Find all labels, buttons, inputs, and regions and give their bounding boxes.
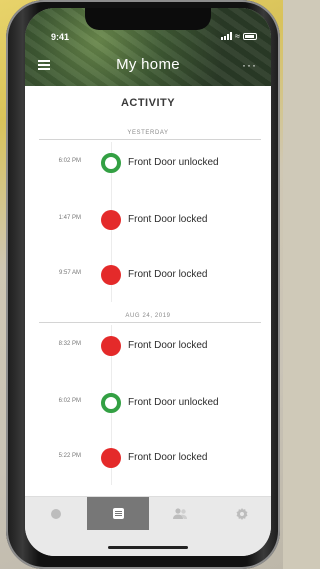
date-divider-rule xyxy=(39,139,261,140)
activity-row[interactable]: 1:47 PM Front Door locked xyxy=(25,210,271,230)
unlocked-status-icon xyxy=(101,393,121,413)
event-message: Front Door unlocked xyxy=(128,397,219,408)
locked-status-icon xyxy=(101,210,121,230)
page-title: My home xyxy=(116,56,180,73)
activity-row[interactable]: 8:32 PM Front Door locked xyxy=(25,336,271,356)
date-divider-label: YESTERDAY xyxy=(127,130,169,136)
home-indicator xyxy=(108,546,188,549)
activity-row[interactable]: 9:57 AM Front Door locked xyxy=(25,265,271,285)
phone-notch xyxy=(85,8,211,30)
tab-home[interactable] xyxy=(25,497,87,530)
locked-status-icon xyxy=(101,448,121,468)
phone-frame: 9:41 ≈ My home ··· ACTIVITY YESTERDAY 6:0… xyxy=(6,0,280,569)
event-message: Front Door unlocked xyxy=(128,157,219,168)
event-time: 6:02 PM xyxy=(58,158,81,164)
activity-heading: ACTIVITY xyxy=(120,97,176,109)
event-time: 1:47 PM xyxy=(58,215,81,221)
event-time: 5:22 PM xyxy=(58,453,81,459)
event-time: 9:57 AM xyxy=(58,270,81,276)
event-time: 6:02 PM xyxy=(58,398,81,404)
event-time: 8:32 PM xyxy=(58,341,81,347)
battery-icon xyxy=(243,32,257,40)
tab-users[interactable] xyxy=(149,497,211,530)
date-divider-label: AUG 24, 2019 xyxy=(125,313,171,319)
tab-settings[interactable] xyxy=(211,497,271,530)
tab-activity[interactable] xyxy=(87,497,149,530)
date-divider-rule xyxy=(39,322,261,323)
locked-status-icon xyxy=(101,265,121,285)
activity-list-icon xyxy=(112,508,124,519)
event-message: Front Door locked xyxy=(128,340,208,351)
settings-gear-icon xyxy=(236,507,248,520)
unlocked-status-icon xyxy=(101,153,121,173)
home-dot-icon xyxy=(51,508,61,519)
activity-row[interactable]: 6:02 PM Front Door unlocked xyxy=(25,393,271,413)
status-time: 9:41 xyxy=(51,32,70,42)
event-message: Front Door locked xyxy=(128,214,208,225)
background-scene: 9:41 ≈ My home ··· ACTIVITY YESTERDAY 6:0… xyxy=(0,0,283,569)
cellular-signal-icon xyxy=(221,32,233,40)
more-options-icon[interactable]: ··· xyxy=(242,58,257,72)
event-message: Front Door locked xyxy=(128,452,208,463)
activity-row[interactable]: 6:02 PM Front Door unlocked xyxy=(25,153,271,173)
activity-row[interactable]: 5:22 PM Front Door locked xyxy=(25,448,271,468)
wifi-icon: ≈ xyxy=(235,31,240,41)
users-icon xyxy=(173,508,187,519)
locked-status-icon xyxy=(101,336,121,356)
event-message: Front Door locked xyxy=(128,269,208,280)
status-icons: ≈ xyxy=(221,31,257,41)
phone-screen: 9:41 ≈ My home ··· ACTIVITY YESTERDAY 6:0… xyxy=(25,8,271,556)
